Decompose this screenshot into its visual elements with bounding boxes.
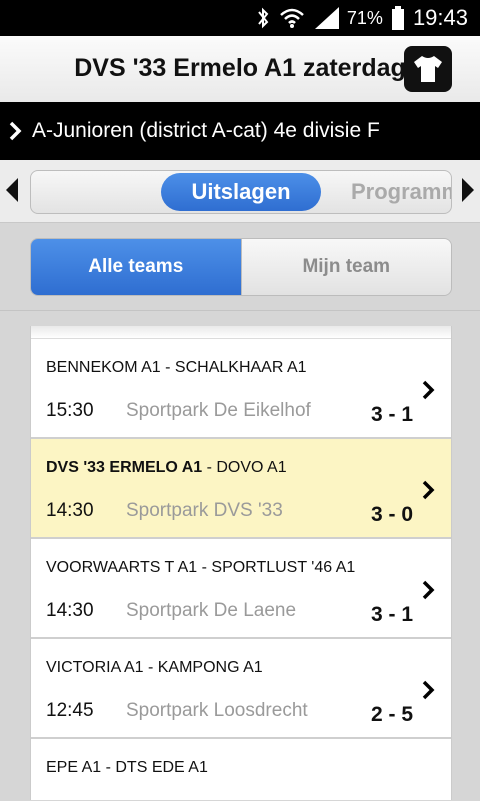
chevron-right-icon — [422, 480, 435, 500]
arrow-right-icon[interactable] — [462, 178, 474, 202]
division-name: A-Junioren (district A-cat) 4e divisie F — [32, 119, 380, 142]
match-row[interactable]: VICTORIA A1 - KAMPONG A1 12:45 Sportpark… — [31, 639, 451, 739]
tab-bar: Uitslagen Programma — [0, 160, 480, 223]
chevron-right-icon — [9, 121, 22, 141]
signal-icon — [314, 7, 339, 29]
division-selector[interactable]: A-Junioren (district A-cat) 4e divisie F — [0, 102, 480, 160]
match-time: 14:30 — [46, 600, 94, 621]
match-row[interactable]: VOORWAARTS T A1 - SPORTLUST '46 A1 14:30… — [31, 539, 451, 639]
match-time: 15:30 — [46, 400, 94, 421]
match-score: 3 - 0 — [371, 503, 414, 526]
match-venue: Sportpark DVS '33 — [126, 500, 283, 521]
match-time: 14:30 — [46, 500, 94, 521]
filter-my-team[interactable]: Mijn team — [240, 239, 451, 295]
match-teams: VOORWAARTS T A1 - SPORTLUST '46 A1 — [46, 559, 356, 576]
match-teams: VICTORIA A1 - KAMPONG A1 — [46, 659, 263, 676]
arrow-left-icon[interactable] — [6, 178, 18, 202]
match-list: BENNEKOM A1 - SCHALKHAAR A1 15:30 Sportp… — [30, 326, 452, 800]
battery-percent: 71% — [346, 7, 383, 28]
match-score: 2 - 5 — [371, 703, 414, 726]
match-venue: Sportpark De Laene — [126, 600, 297, 621]
match-teams: DVS '33 ERMELO A1 - DOVO A1 — [46, 459, 287, 476]
match-score: 3 - 1 — [371, 603, 414, 626]
match-score: 3 - 1 — [371, 403, 414, 426]
match-teams: EPE A1 - DTS EDE A1 — [46, 759, 208, 776]
match-row[interactable]: BENNEKOM A1 - SCHALKHAAR A1 15:30 Sportp… — [31, 339, 451, 439]
clock: 19:43 — [412, 5, 468, 30]
battery-icon — [391, 6, 404, 30]
chevron-right-icon — [422, 680, 435, 700]
match-teams: BENNEKOM A1 - SCHALKHAAR A1 — [46, 359, 307, 376]
match-row[interactable]: EPE A1 - DTS EDE A1 — [31, 739, 451, 800]
match-time: 12:45 — [46, 700, 94, 721]
status-bar: 71% 19:43 — [0, 0, 480, 36]
match-venue: Sportpark De Eikelhof — [126, 400, 311, 421]
chevron-right-icon — [422, 380, 435, 400]
wifi-icon — [280, 8, 304, 28]
shirt-icon — [414, 56, 442, 82]
match-venue: Sportpark Loosdrecht — [126, 700, 308, 721]
match-row-highlighted[interactable]: DVS '33 ERMELO A1 - DOVO A1 14:30 Sportp… — [31, 439, 451, 539]
team-shirt-button[interactable] — [404, 46, 452, 92]
tab-uitslagen[interactable]: Uitslagen — [161, 173, 321, 211]
tab-strip: Uitslagen Programma — [30, 170, 452, 214]
bluetooth-icon — [258, 7, 269, 29]
status-icons: 71% 19:43 — [255, 0, 468, 36]
filter-all-teams[interactable]: Alle teams — [31, 239, 241, 295]
chevron-right-icon — [422, 580, 435, 600]
list-top-edge — [31, 326, 451, 339]
team-filter: Alle teams Mijn team — [30, 238, 452, 296]
tab-programma[interactable]: Programma — [351, 171, 451, 213]
